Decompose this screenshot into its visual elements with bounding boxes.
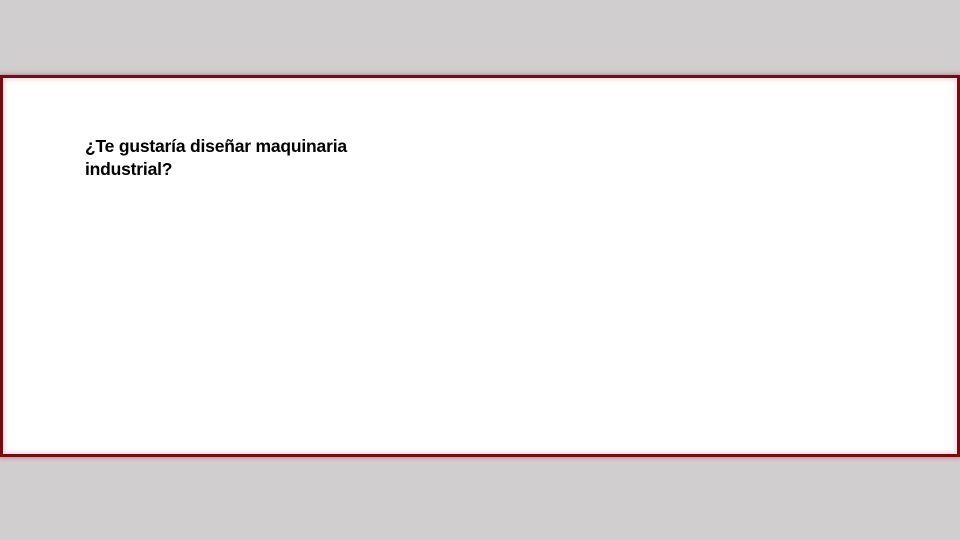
banner-title: ¿Te gustaría diseñar maquinaria industri…	[85, 136, 347, 179]
banner-panel: ¿Te gustaría diseñar maquinaria industri…	[0, 75, 960, 457]
